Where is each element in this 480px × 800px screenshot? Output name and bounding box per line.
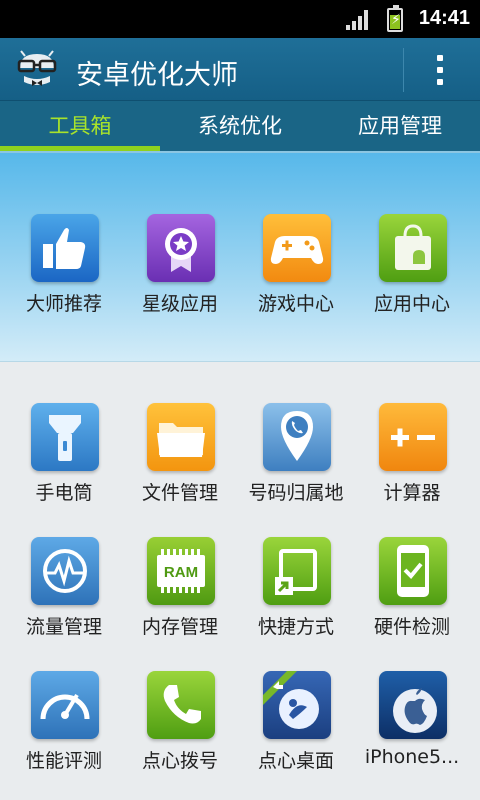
calculator-icon: [379, 403, 447, 471]
featured-item-game-center[interactable]: 游戏中心: [238, 214, 354, 364]
tool-label: 硬件检测: [373, 616, 450, 638]
desktop-icon: [263, 671, 331, 739]
tool-label: 流量管理: [25, 616, 102, 638]
featured-label: 应用中心: [373, 293, 450, 315]
featured-item-master-recommend[interactable]: 大师推荐: [6, 214, 122, 364]
status-time: 14:41: [418, 7, 470, 29]
featured-label: 大师推荐: [25, 293, 102, 315]
phone-location-icon: [263, 403, 331, 471]
star-badge-icon: [147, 214, 215, 282]
tool-label: 计算器: [383, 482, 441, 504]
tool-item-traffic-manager[interactable]: 流量管理: [6, 537, 122, 671]
tools-grid: 手电筒 文件管理 号码归属地 计算器 流量管理 RAM 内存管理 快捷方式 硬件…: [0, 403, 480, 800]
tool-label: 点心桌面: [257, 750, 334, 772]
tool-item-shortcut[interactable]: 快捷方式: [238, 537, 354, 671]
gamepad-icon: [263, 214, 331, 282]
tool-item-calculator[interactable]: 计算器: [354, 403, 470, 537]
hardware-check-icon: [379, 537, 447, 605]
tool-label: 性能评测: [25, 750, 102, 772]
status-bar: ⚡ 14:41: [0, 0, 480, 38]
featured-label: 星级应用: [141, 293, 218, 315]
app-bar: 安卓优化大师: [0, 38, 480, 101]
android-master-logo-icon: [14, 50, 60, 90]
ram-icon-text: RAM: [164, 564, 198, 581]
tool-item-iphone5[interactable]: iPhone5...: [354, 671, 470, 800]
app-bar-divider: [403, 48, 404, 92]
signal-icon: [346, 10, 370, 30]
featured-item-star-apps[interactable]: 星级应用: [122, 214, 238, 364]
overflow-menu-button[interactable]: [424, 46, 456, 94]
shortcut-icon: [263, 537, 331, 605]
featured-item-app-center[interactable]: 应用中心: [354, 214, 470, 364]
tool-label: 文件管理: [141, 482, 218, 504]
folder-icon: [147, 403, 215, 471]
tool-label: 内存管理: [141, 616, 218, 638]
tool-item-flashlight[interactable]: 手电筒: [6, 403, 122, 537]
tab-app-manage[interactable]: 应用管理: [320, 101, 480, 151]
app-bag-icon: [379, 214, 447, 282]
flashlight-icon: [31, 403, 99, 471]
tool-item-performance[interactable]: 性能评测: [6, 671, 122, 800]
dialer-icon: [147, 671, 215, 739]
apple-icon: [379, 671, 447, 739]
featured-grid: 大师推荐 星级应用 游戏中心 应用中心: [0, 214, 480, 364]
ram-icon: RAM: [147, 537, 215, 605]
tool-item-file-manager[interactable]: 文件管理: [122, 403, 238, 537]
traffic-icon: [31, 537, 99, 605]
tool-item-hardware-check[interactable]: 硬件检测: [354, 537, 470, 671]
tool-label: iPhone5...: [364, 746, 460, 768]
tool-item-dialer[interactable]: 点心拨号: [122, 671, 238, 800]
thumbs-up-icon: [31, 214, 99, 282]
tool-item-desktop[interactable]: 点心桌面: [238, 671, 354, 800]
tool-label: 快捷方式: [257, 616, 334, 638]
battery-charging-icon: ⚡: [387, 5, 403, 32]
speedometer-icon: [31, 671, 99, 739]
tab-system-optimize[interactable]: 系统优化: [160, 101, 320, 151]
app-title: 安卓优化大师: [76, 60, 238, 91]
featured-label: 游戏中心: [257, 293, 334, 315]
tab-bar: 工具箱 系统优化 应用管理: [0, 101, 480, 151]
tool-label: 手电筒: [35, 482, 93, 504]
tool-label: 号码归属地: [248, 482, 344, 504]
tab-toolbox[interactable]: 工具箱: [0, 101, 160, 151]
tool-item-memory-manager[interactable]: RAM 内存管理: [122, 537, 238, 671]
tool-item-phone-location[interactable]: 号码归属地: [238, 403, 354, 537]
tool-label: 点心拨号: [141, 750, 218, 772]
